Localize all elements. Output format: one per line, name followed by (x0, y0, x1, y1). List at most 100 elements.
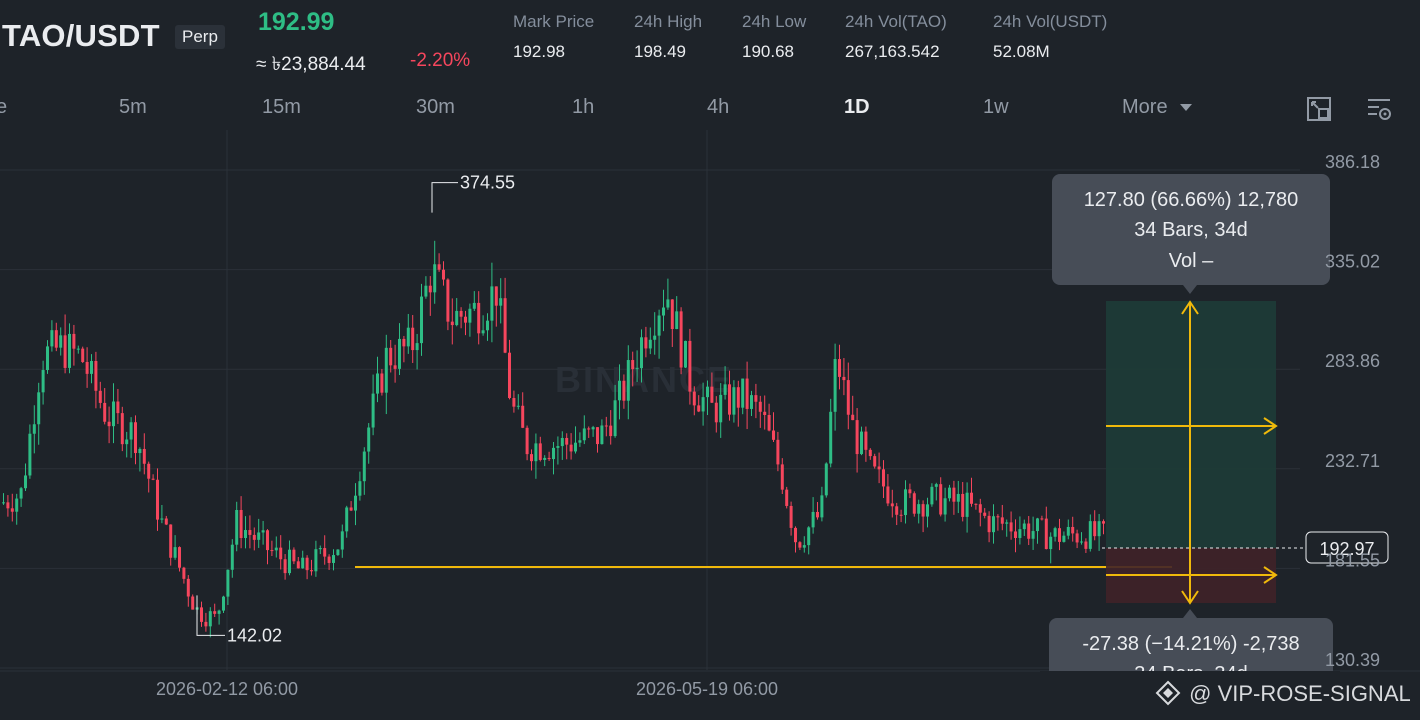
candle-body (41, 370, 45, 393)
candle-body (420, 296, 423, 344)
y-tick-label: 283.86 (1325, 351, 1380, 371)
candle-body (763, 411, 767, 415)
pair-symbol[interactable]: TAO/USDT (2, 18, 160, 54)
candle-body (120, 413, 124, 445)
timeframe-15m[interactable]: 15m (262, 96, 301, 119)
candle-body (336, 549, 340, 556)
candle-body (103, 402, 107, 422)
time-axis: 2026-02-12 06:00 2026-05-19 06:00 (156, 679, 778, 699)
candle-body (182, 567, 186, 579)
candle-body (692, 391, 696, 406)
candle-body (314, 549, 318, 572)
candle-body (446, 279, 450, 322)
candlestick-chart[interactable]: BINANCE 374.55142.02192.97127.80 (66.66%… (0, 130, 1420, 720)
timeframe-5m[interactable]: 5m (119, 96, 147, 119)
candle-body (164, 518, 168, 525)
candle-body (72, 333, 76, 349)
candle-body (833, 359, 837, 412)
measure-tooltip-text: 127.80 (66.66%) 12,780 (1084, 189, 1299, 211)
candle-body (50, 330, 54, 347)
candle-body (807, 527, 811, 546)
candle-body (32, 424, 36, 434)
candle-body (270, 550, 274, 552)
candle-body (472, 302, 476, 309)
candle-body (1053, 528, 1057, 537)
more-label: More (1122, 96, 1168, 118)
timeframe-4h[interactable]: 4h (707, 96, 729, 119)
candle-body (530, 454, 533, 462)
candle-body (758, 401, 762, 412)
approx-fiat-value: ≈ ৳23,884.44 (256, 54, 366, 75)
candle-body (644, 337, 648, 349)
candle-body (538, 443, 542, 460)
candle-body (618, 380, 621, 401)
candle-body (719, 394, 723, 423)
candle-body (547, 457, 551, 460)
candle-body (569, 444, 573, 452)
candle-body (464, 316, 467, 323)
candle-body (675, 311, 679, 330)
candle-body (173, 547, 177, 558)
candle-body (565, 437, 569, 445)
candle-body (978, 504, 982, 513)
timeframe-partial[interactable]: e (0, 96, 7, 119)
candle-body (926, 504, 929, 517)
candle-body (640, 337, 643, 369)
y-tick-label: 130.39 (1325, 650, 1380, 670)
candle-body (776, 439, 780, 465)
candle-body (393, 365, 397, 369)
candle-body (450, 321, 454, 326)
chart-settings-icon[interactable] (1365, 95, 1393, 123)
candle-body (28, 433, 32, 476)
candle-body (332, 555, 335, 563)
timeframe-1h[interactable]: 1h (572, 96, 594, 119)
chart-overlays: 374.55142.02192.97127.80 (66.66%) 12,780… (196, 173, 1389, 720)
candle-body (266, 530, 269, 551)
timeframe-1d[interactable]: 1D (844, 96, 870, 119)
candle-body (244, 530, 247, 539)
candle-body (222, 596, 225, 611)
candle-body (653, 335, 657, 340)
candle-body (917, 504, 921, 514)
stat-24h-low: 24h Low 190.68 (742, 12, 806, 62)
candle-body (354, 495, 357, 511)
candle-body (772, 430, 775, 440)
screenshot-icon[interactable] (1305, 95, 1333, 123)
candle-body (948, 487, 951, 499)
candle-body (455, 310, 459, 326)
candle-body (1075, 533, 1079, 543)
candle-body (301, 557, 305, 569)
stat-label: 24h Vol(TAO) (845, 12, 947, 31)
candle-body (626, 360, 630, 401)
measure-tooltip-text: -27.38 (−14.21%) -2,738 (1082, 633, 1299, 655)
candle-body (604, 425, 608, 427)
candle-body (481, 330, 485, 334)
candle-body (701, 397, 705, 412)
tooltip-pointer (1183, 609, 1197, 618)
stat-value: 52.08M (993, 42, 1050, 61)
candle-body (965, 492, 969, 517)
candle-body (288, 549, 291, 574)
candle-body (76, 348, 80, 350)
candle-body (886, 486, 890, 504)
last-price: 192.99 (258, 8, 335, 36)
candle-body (68, 333, 71, 368)
candle-body (406, 327, 410, 347)
candle-body (1071, 526, 1075, 534)
candle-body (204, 621, 208, 627)
timeframe-1w[interactable]: 1w (983, 96, 1009, 119)
stat-24h-vol-usdt: 24h Vol(USDT) 52.08M (993, 12, 1107, 62)
candle-body (904, 489, 907, 516)
candle-body (754, 395, 758, 402)
timeframe-30m[interactable]: 30m (416, 96, 455, 119)
stat-label: Mark Price (513, 12, 595, 31)
candle-body (1040, 518, 1044, 520)
candle-body (956, 493, 960, 502)
candle-body (340, 531, 344, 550)
stat-value: 198.49 (634, 42, 686, 61)
candle-body (257, 532, 261, 540)
candle-body (662, 307, 665, 316)
candle-body (85, 361, 89, 374)
candle-body (116, 401, 120, 414)
timeframe-more-dropdown[interactable]: More (1122, 96, 1193, 119)
